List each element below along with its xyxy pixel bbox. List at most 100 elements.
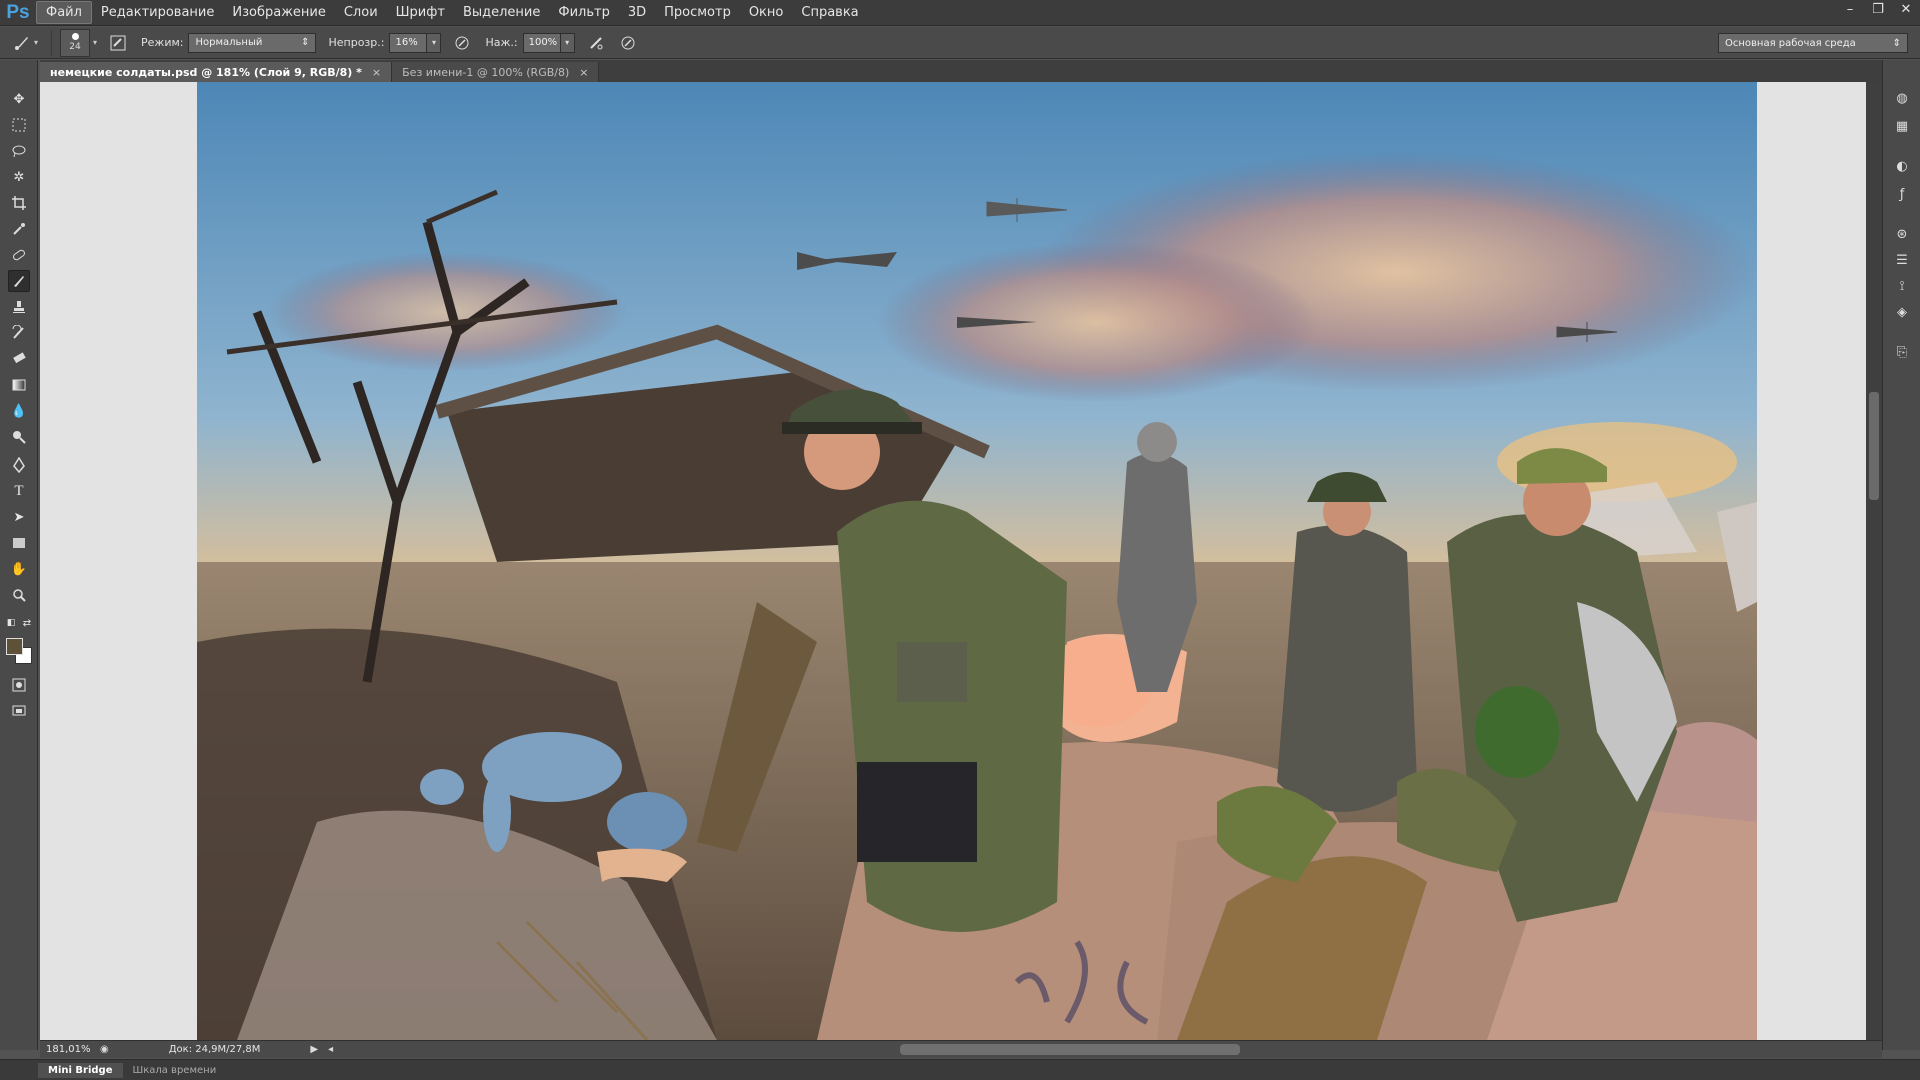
rectangle-tool-icon[interactable] xyxy=(8,532,30,554)
vertical-scrollbar[interactable] xyxy=(1866,82,1882,1040)
layers-panel-icon[interactable]: ◈ xyxy=(1892,302,1912,322)
brush-panel-toggle-icon[interactable] xyxy=(107,32,129,54)
move-tool-icon[interactable]: ✥ xyxy=(8,88,30,110)
eraser-tool-icon[interactable] xyxy=(8,348,30,370)
paths-panel-icon[interactable]: ⟟ xyxy=(1892,276,1912,296)
opacity-input[interactable]: 16% xyxy=(389,32,428,53)
options-bar: ▾ 24 ▾ Режим: Нормальный ⇕ Непрозр.: 16%… xyxy=(0,27,1920,59)
status-info-icon[interactable]: ◉ xyxy=(100,1044,109,1055)
opacity-slider-arrow-icon[interactable]: ▾ xyxy=(427,32,442,53)
properties-panel-icon[interactable]: ☰ xyxy=(1892,250,1912,270)
brush-tool-icon[interactable] xyxy=(8,270,30,292)
healing-brush-tool-icon[interactable] xyxy=(8,244,30,266)
zoom-tool-icon[interactable] xyxy=(8,584,30,606)
type-tool-icon[interactable]: T xyxy=(8,480,30,502)
lasso-tool-icon[interactable] xyxy=(8,140,30,162)
tab-close-icon[interactable]: × xyxy=(579,66,588,79)
swatches-panel-icon[interactable]: ▦ xyxy=(1892,116,1912,136)
updown-icon: ⇕ xyxy=(301,37,310,48)
menu-type[interactable]: Шрифт xyxy=(387,2,454,23)
canvas-area[interactable] xyxy=(40,82,1866,1040)
tab-document-2[interactable]: Без имени-1 @ 100% (RGB/8) × xyxy=(392,62,600,82)
workspace-select[interactable]: Основная рабочая среда ⇕ xyxy=(1718,33,1908,53)
tools-panel: ✥ ✲ 💧 T ➤ ✋ ◧ ⇄ xyxy=(0,60,38,1050)
mode-value: Нормальный xyxy=(195,37,263,48)
pressure-label: Наж.: xyxy=(485,36,518,49)
tab-mini-bridge[interactable]: Mini Bridge xyxy=(38,1062,123,1078)
path-selection-tool-icon[interactable]: ➤ xyxy=(8,506,30,528)
gradient-tool-icon[interactable] xyxy=(8,374,30,396)
menu-image[interactable]: Изображение xyxy=(223,2,334,23)
menu-window[interactable]: Окно xyxy=(740,2,793,23)
document-tabs: немецкие солдаты.psd @ 181% (Слой 9, RGB… xyxy=(40,60,1890,82)
marquee-tool-icon[interactable] xyxy=(8,114,30,136)
close-button[interactable]: ✕ xyxy=(1892,0,1920,18)
tab-label: Без имени-1 @ 100% (RGB/8) xyxy=(402,65,570,79)
history-brush-tool-icon[interactable] xyxy=(8,322,30,344)
foreground-color-swatch[interactable] xyxy=(6,638,23,655)
magic-wand-tool-icon[interactable]: ✲ xyxy=(8,166,30,188)
document-artwork[interactable] xyxy=(197,82,1757,1040)
tool-preset-picker[interactable]: ▾ xyxy=(0,29,52,56)
adjustments-panel-icon[interactable]: ◐ xyxy=(1892,156,1912,176)
brush-tip-icon xyxy=(71,33,79,40)
quick-mask-icon[interactable] xyxy=(8,674,30,696)
history-panel-icon[interactable]: ⎘ xyxy=(1892,342,1912,362)
opacity-label: Непрозр.: xyxy=(328,36,385,49)
status-bar: 181,01% ◉ Док: 24,9M/27,8M ▶ ◂ xyxy=(40,1040,1882,1058)
menu-help[interactable]: Справка xyxy=(792,2,867,23)
pressure-slider-arrow-icon[interactable]: ▾ xyxy=(560,32,575,53)
pen-tool-icon[interactable] xyxy=(8,454,30,476)
screen-mode-icon[interactable] xyxy=(8,700,30,722)
ps-logo: Ps xyxy=(6,1,30,23)
mode-select[interactable]: Нормальный ⇕ xyxy=(188,32,317,53)
blur-tool-icon[interactable]: 💧 xyxy=(8,400,30,422)
clone-stamp-tool-icon[interactable] xyxy=(8,296,30,318)
menu-select[interactable]: Выделение xyxy=(454,2,549,23)
tab-close-icon[interactable]: × xyxy=(372,66,381,79)
horizontal-scroll-thumb[interactable] xyxy=(900,1044,1240,1055)
menu-view[interactable]: Просмотр xyxy=(655,2,740,23)
menu-edit[interactable]: Редактирование xyxy=(92,2,223,23)
tablet-size-pressure-icon[interactable] xyxy=(617,32,639,54)
menu-3d[interactable]: 3D xyxy=(619,2,655,23)
default-colors-icon[interactable]: ◧ xyxy=(4,616,18,630)
swap-colors-icon[interactable]: ⇄ xyxy=(20,616,34,630)
crop-tool-icon[interactable] xyxy=(8,192,30,214)
document-size: Док: 24,9M/27,8M xyxy=(168,1044,261,1055)
menu-filter[interactable]: Фильтр xyxy=(549,2,618,23)
brush-preset-picker[interactable]: 24 xyxy=(60,28,90,57)
restore-button[interactable]: ❐ xyxy=(1864,0,1892,18)
hand-tool-icon[interactable]: ✋ xyxy=(8,558,30,580)
tab-document-1[interactable]: немецкие солдаты.psd @ 181% (Слой 9, RGB… xyxy=(40,62,393,82)
styles-panel-icon[interactable]: ƒ xyxy=(1892,184,1912,204)
brush-icon xyxy=(14,36,28,50)
updown-icon: ⇕ xyxy=(1892,37,1901,49)
window-controls: – ❐ ✕ xyxy=(1836,0,1920,18)
tablet-opacity-pressure-icon[interactable] xyxy=(451,32,473,54)
mode-label: Режим: xyxy=(141,36,184,49)
airbrush-icon[interactable] xyxy=(585,32,607,54)
menu-file[interactable]: Файл xyxy=(36,1,92,24)
color-swatches[interactable] xyxy=(6,638,34,666)
workspace-value: Основная рабочая среда xyxy=(1725,37,1856,49)
menu-bar: Ps Файл Редактирование Изображение Слои … xyxy=(0,0,1920,26)
minimize-button[interactable]: – xyxy=(1836,0,1864,18)
tab-timeline[interactable]: Шкала времени xyxy=(123,1063,227,1078)
eyedropper-tool-icon[interactable] xyxy=(8,218,30,240)
status-menu-arrow-icon[interactable]: ▶ xyxy=(310,1044,318,1055)
vertical-scroll-thumb[interactable] xyxy=(1869,392,1879,500)
tab-label: немецкие солдаты.psd @ 181% (Слой 9, RGB… xyxy=(50,65,362,79)
dodge-tool-icon[interactable] xyxy=(8,426,30,448)
scroll-left-icon[interactable]: ◂ xyxy=(328,1044,333,1055)
panel-dock: ◍ ▦ ◐ ƒ ⊛ ☰ ⟟ ◈ ⎘ xyxy=(1882,60,1920,1050)
menu-layers[interactable]: Слои xyxy=(335,2,387,23)
zoom-level[interactable]: 181,01% xyxy=(40,1044,91,1055)
bottom-panel-bar: Mini Bridge Шкала времени xyxy=(0,1059,1920,1080)
photoshop-window: Ps Файл Редактирование Изображение Слои … xyxy=(0,0,1920,1080)
color-panel-icon[interactable]: ◍ xyxy=(1892,88,1912,108)
pressure-input[interactable]: 100% xyxy=(522,32,561,53)
brush-size: 24 xyxy=(69,42,81,52)
channels-panel-icon[interactable]: ⊛ xyxy=(1892,224,1912,244)
brush-preset-arrow-icon[interactable]: ▾ xyxy=(93,38,97,47)
